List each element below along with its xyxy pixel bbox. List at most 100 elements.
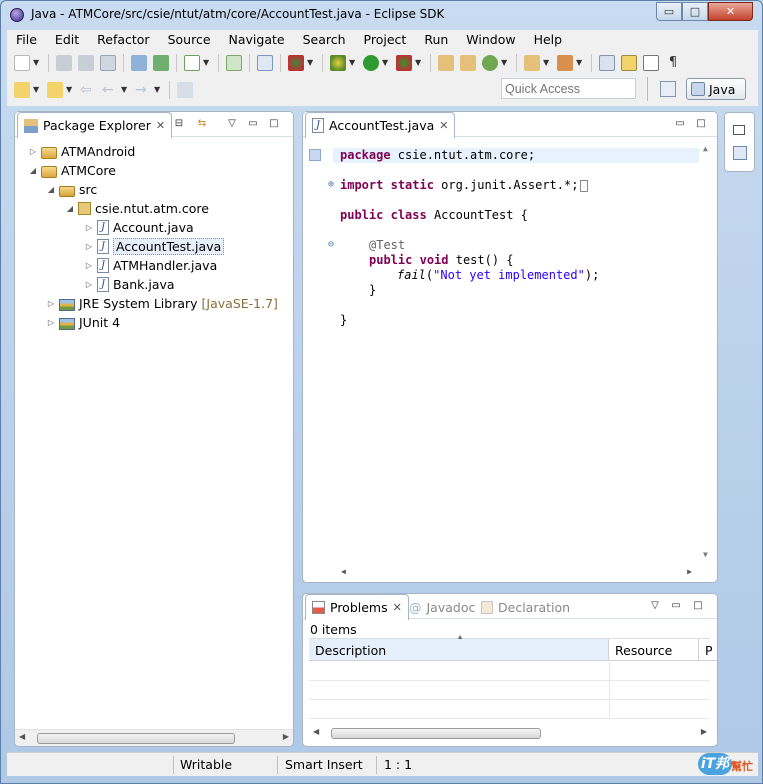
- show-whitespace-icon[interactable]: [643, 55, 659, 71]
- view-menu-icon[interactable]: ▽: [225, 118, 239, 132]
- back-icon[interactable]: ←: [102, 82, 118, 98]
- restore-icon[interactable]: [733, 125, 745, 135]
- maximize-icon[interactable]: □: [694, 118, 708, 132]
- collapse-fold-icon[interactable]: ⊖: [328, 239, 334, 250]
- chevron-right-icon[interactable]: ▷: [85, 261, 93, 270]
- chevron-down-icon[interactable]: ▼: [576, 55, 584, 71]
- save-all-icon[interactable]: [78, 55, 94, 71]
- open-type-icon[interactable]: [524, 55, 540, 71]
- search-icon[interactable]: [557, 55, 573, 71]
- folded-code-icon[interactable]: [580, 179, 589, 192]
- scroll-right-icon[interactable]: ▶: [283, 732, 289, 741]
- chevron-down-icon[interactable]: ▼: [33, 82, 41, 98]
- tree-item[interactable]: ▷ J Account.java: [85, 218, 194, 237]
- tab-accounttest[interactable]: J AccountTest.java ✕: [305, 112, 456, 138]
- print-icon[interactable]: [100, 55, 116, 71]
- tree-item[interactable]: ▷ J ATMHandler.java: [85, 256, 217, 275]
- new-icon[interactable]: [14, 55, 30, 71]
- tab-javadoc[interactable]: @ Javadoc: [403, 594, 481, 620]
- last-edit-icon[interactable]: ⇦: [80, 82, 96, 98]
- skip-breakpoints-icon[interactable]: [257, 55, 273, 71]
- scrollbar-thumb[interactable]: [331, 728, 541, 739]
- new-class-icon[interactable]: [226, 55, 242, 71]
- chevron-down-icon[interactable]: ▼: [349, 55, 357, 71]
- scroll-up-icon[interactable]: ▲: [703, 144, 708, 153]
- toggle-mark-icon[interactable]: [599, 55, 615, 71]
- chevron-right-icon[interactable]: ▷: [85, 280, 93, 289]
- column-header-description[interactable]: Description: [309, 639, 609, 661]
- view-menu-icon[interactable]: ▽: [648, 600, 662, 614]
- close-icon[interactable]: ✕: [393, 601, 402, 614]
- chevron-right-icon[interactable]: ▷: [29, 147, 37, 156]
- export-icon[interactable]: [153, 55, 169, 71]
- open-perspective-icon[interactable]: [660, 81, 676, 97]
- chevron-right-icon[interactable]: ▷: [85, 242, 93, 251]
- new-package-icon[interactable]: [438, 55, 454, 71]
- chevron-down-icon[interactable]: ▼: [33, 55, 41, 71]
- pilcrow-icon[interactable]: ¶: [665, 55, 681, 71]
- menu-edit[interactable]: Edit: [46, 30, 88, 50]
- maximize-button[interactable]: □: [682, 2, 708, 21]
- chevron-down-icon[interactable]: ▼: [154, 82, 162, 98]
- code-editor[interactable]: package csie.ntut.atm.core; ⊕ import sta…: [303, 138, 717, 582]
- menu-refactor[interactable]: Refactor: [88, 30, 158, 50]
- menu-file[interactable]: File: [7, 30, 46, 50]
- expand-fold-icon[interactable]: ⊕: [328, 179, 334, 190]
- chevron-down-icon[interactable]: ▼: [66, 82, 74, 98]
- horizontal-scrollbar[interactable]: ◀ ▶: [309, 725, 711, 742]
- maximize-icon[interactable]: □: [267, 118, 281, 132]
- tree-item[interactable]: ▷ ATMAndroid: [29, 142, 135, 161]
- next-annotation-icon[interactable]: [14, 82, 30, 98]
- scroll-down-icon[interactable]: ▼: [703, 550, 708, 559]
- forward-icon[interactable]: →: [135, 82, 151, 98]
- java-perspective-button[interactable]: Java: [686, 78, 746, 100]
- import-icon[interactable]: [131, 55, 147, 71]
- quick-access-input[interactable]: [501, 78, 636, 99]
- link-editor-icon[interactable]: ⇆: [195, 118, 209, 132]
- coverage-icon[interactable]: [288, 55, 304, 71]
- minimize-button[interactable]: ▭: [656, 2, 682, 21]
- chevron-down-icon[interactable]: ▼: [121, 82, 129, 98]
- tree-item[interactable]: ◢ csie.ntut.atm.core: [66, 199, 209, 218]
- chevron-right-icon[interactable]: ▷: [85, 223, 93, 232]
- chevron-down-icon[interactable]: ◢: [29, 166, 37, 175]
- scroll-right-icon[interactable]: ▶: [687, 567, 692, 576]
- close-icon[interactable]: ✕: [439, 119, 448, 132]
- chevron-down-icon[interactable]: ▼: [382, 55, 390, 71]
- external-tools-icon[interactable]: [396, 55, 412, 71]
- chevron-down-icon[interactable]: ▼: [203, 55, 211, 71]
- tab-declaration[interactable]: Declaration: [475, 594, 576, 620]
- column-header-path[interactable]: P: [699, 639, 717, 661]
- chevron-down-icon[interactable]: ▼: [415, 55, 423, 71]
- scroll-left-icon[interactable]: ◀: [341, 567, 346, 576]
- maximize-icon[interactable]: □: [691, 600, 705, 614]
- tab-package-explorer[interactable]: Package Explorer ✕: [17, 112, 173, 138]
- pin-icon[interactable]: [177, 82, 193, 98]
- debug-icon[interactable]: [330, 55, 346, 71]
- outline-icon[interactable]: [733, 146, 747, 160]
- save-icon[interactable]: [56, 55, 72, 71]
- scroll-left-icon[interactable]: ◀: [19, 732, 25, 741]
- tree-item[interactable]: ◢ src: [47, 180, 97, 199]
- tab-problems[interactable]: Problems ✕: [305, 594, 409, 620]
- minimize-icon[interactable]: ▭: [246, 118, 260, 132]
- run-icon[interactable]: [363, 55, 379, 71]
- tree-item[interactable]: ▷ J AccountTest.java: [85, 237, 225, 256]
- menu-navigate[interactable]: Navigate: [220, 30, 294, 50]
- menu-run[interactable]: Run: [415, 30, 457, 50]
- tree-item[interactable]: ▷ J Bank.java: [85, 275, 175, 294]
- chevron-right-icon[interactable]: ▷: [47, 299, 55, 308]
- tree-item[interactable]: ◢ ATMCore: [29, 161, 116, 180]
- new-class-icon[interactable]: [460, 55, 476, 71]
- new-java-icon[interactable]: [482, 55, 498, 71]
- chevron-down-icon[interactable]: ▼: [307, 55, 315, 71]
- highlight-icon[interactable]: [621, 55, 637, 71]
- chevron-down-icon[interactable]: ▼: [543, 55, 551, 71]
- menu-search[interactable]: Search: [294, 30, 355, 50]
- menu-help[interactable]: Help: [525, 30, 572, 50]
- prev-annotation-icon[interactable]: [47, 82, 63, 98]
- close-icon[interactable]: ✕: [156, 119, 165, 132]
- scroll-right-icon[interactable]: ▶: [701, 727, 707, 736]
- chevron-down-icon[interactable]: ◢: [66, 204, 74, 213]
- chevron-down-icon[interactable]: ▼: [501, 55, 509, 71]
